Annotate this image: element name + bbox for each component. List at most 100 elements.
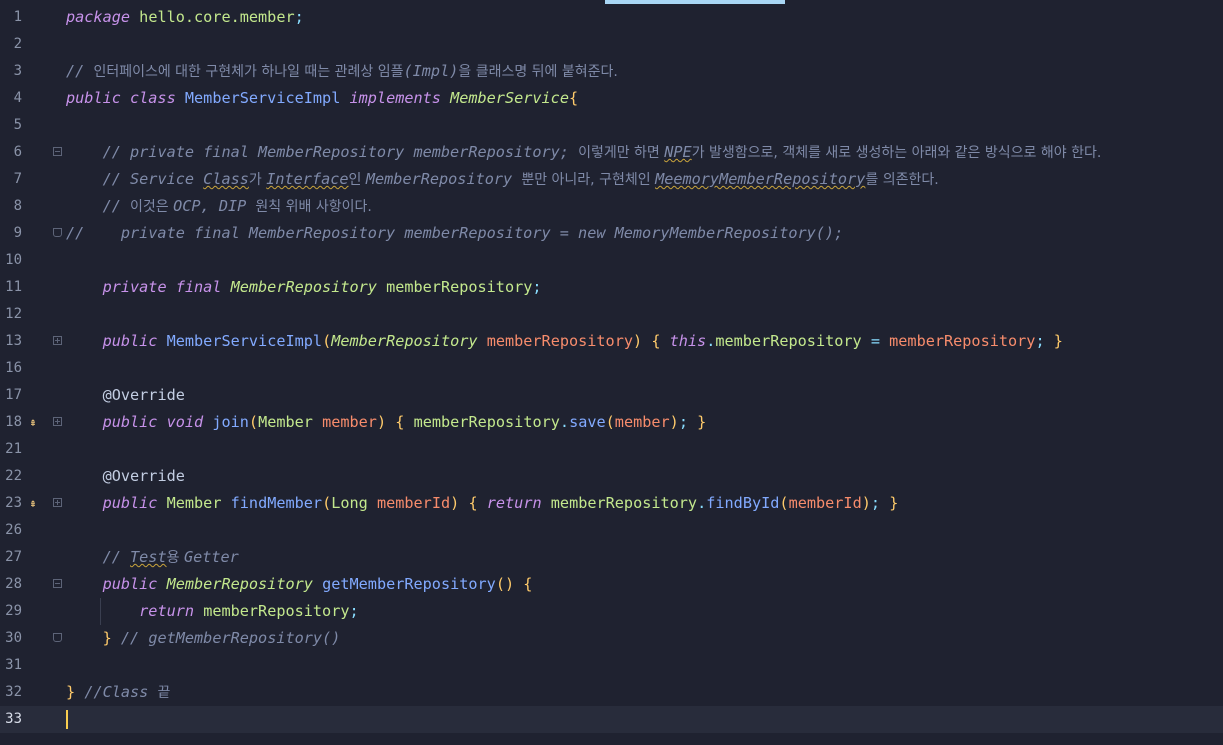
code-line[interactable]: 11 private final MemberRepository member…	[0, 274, 1223, 301]
code-line[interactable]: 29 return memberRepository;	[0, 598, 1223, 625]
code-line[interactable]: 22 @Override	[0, 463, 1223, 490]
code-line[interactable]: 26	[0, 517, 1223, 544]
code-line[interactable]: 33	[0, 706, 1223, 733]
code-token: return	[139, 602, 195, 620]
code-text[interactable]: public MemberServiceImpl(MemberRepositor…	[66, 328, 1063, 355]
code-token: Member	[258, 413, 313, 431]
line-number: 7	[13, 171, 22, 187]
line-number: 16	[5, 360, 22, 376]
code-text[interactable]: } //Class 끝	[66, 679, 170, 707]
fold-toggle-icon[interactable]	[53, 498, 62, 507]
code-line[interactable]: 3 // 인터페이스에 대한 구현체가 하나일 때는 관례상 임플(Impl)을 …	[0, 58, 1223, 85]
code-line[interactable]: 5	[0, 112, 1223, 139]
code-token: }	[66, 683, 76, 701]
code-text[interactable]: private final MemberRepository memberRep…	[66, 274, 542, 301]
code-token: 가	[248, 172, 267, 188]
code-token: }	[1053, 332, 1063, 350]
indent-guide	[100, 598, 101, 625]
code-token: public	[102, 494, 158, 512]
code-line[interactable]: 21	[0, 436, 1223, 463]
text-caret	[66, 710, 68, 729]
fold-toggle-icon[interactable]	[53, 336, 62, 345]
code-token: public	[102, 575, 158, 593]
code-text[interactable]: // Service Class가 Interface인 MemberRepos…	[66, 166, 939, 194]
code-text[interactable]: package hello.core.member;	[66, 4, 304, 31]
line-number: 3	[13, 63, 22, 79]
line-number: 18	[5, 414, 22, 430]
code-line[interactable]: 17 @Override	[0, 382, 1223, 409]
code-token: ;	[349, 602, 359, 620]
line-number: 22	[5, 468, 22, 484]
code-text[interactable]: // 이것은 OCP, DIP 원칙 위배 사항이다.	[66, 193, 372, 221]
code-token: 용	[166, 550, 184, 566]
code-line[interactable]: 9 // private final MemberRepository membe…	[0, 220, 1223, 247]
code-line[interactable]: 6 // private final MemberRepository memb…	[0, 139, 1223, 166]
code-text[interactable]: public class MemberServiceImpl implement…	[66, 85, 578, 112]
code-text[interactable]: @Override	[66, 382, 185, 409]
code-line[interactable]: 23 ⇞ public Member findMember(Long member…	[0, 490, 1223, 517]
line-number: 5	[13, 117, 22, 133]
line-number: 2	[13, 36, 22, 52]
code-line[interactable]: 30 } // getMemberRepository()	[0, 625, 1223, 652]
code-line[interactable]: 27 // Test용 Getter	[0, 544, 1223, 571]
code-line[interactable]: 32} //Class 끝	[0, 679, 1223, 706]
code-text[interactable]: // private final MemberRepository member…	[66, 220, 843, 247]
code-line[interactable]: 4 public class MemberServiceImpl implemen…	[0, 85, 1223, 112]
code-text[interactable]: public void join(Member member) { member…	[66, 409, 707, 436]
code-text[interactable]: public Member findMember(Long memberId) …	[66, 490, 899, 517]
code-line[interactable]: 13 public MemberServiceImpl(MemberReposi…	[0, 328, 1223, 355]
fold-toggle-icon[interactable]	[53, 228, 62, 237]
code-token: member	[614, 413, 670, 431]
code-token: findById	[706, 494, 780, 512]
code-token: memberRepository	[486, 332, 633, 350]
code-text[interactable]: public MemberRepository getMemberReposit…	[66, 571, 533, 598]
line-number: 30	[5, 630, 22, 646]
code-text[interactable]: return memberRepository;	[66, 598, 359, 625]
code-text[interactable]: // Test용 Getter	[66, 544, 239, 572]
code-token: OCP, DIP	[173, 197, 256, 215]
code-line[interactable]: 28 public MemberRepository getMemberRepo…	[0, 571, 1223, 598]
code-line[interactable]: 18 ⇞ public void join(Member member) { me…	[0, 409, 1223, 436]
code-line[interactable]: 12	[0, 301, 1223, 328]
fold-toggle-icon[interactable]	[53, 147, 62, 156]
code-line[interactable]: 7 // Service Class가 Interface인 MemberRep…	[0, 166, 1223, 193]
fold-toggle-icon[interactable]	[53, 633, 62, 642]
code-line[interactable]: 8 // 이것은 OCP, DIP 원칙 위배 사항이다.	[0, 193, 1223, 220]
impl-marker-icon[interactable]: ⇞	[26, 409, 40, 436]
code-text[interactable]: // 인터페이스에 대한 구현체가 하나일 때는 관례상 임플(Impl)을 클…	[66, 58, 618, 86]
impl-marker-icon[interactable]: ⇞	[26, 490, 40, 517]
fold-toggle-icon[interactable]	[53, 417, 62, 426]
code-token: 원칙 위배 사항이다.	[255, 199, 372, 215]
code-line[interactable]: 2	[0, 31, 1223, 58]
code-text[interactable]: } // getMemberRepository()	[66, 625, 341, 652]
code-text[interactable]: // private final MemberRepository member…	[66, 139, 1102, 167]
line-number: 10	[5, 252, 22, 268]
code-editor[interactable]: 1 package hello.core.member; 2 3 // 인터페이스에 대…	[0, 4, 1223, 733]
code-token: NPE	[664, 143, 692, 161]
code-line[interactable]: 31	[0, 652, 1223, 679]
code-token: findMember	[230, 494, 323, 512]
fold-toggle-icon[interactable]	[53, 579, 62, 588]
code-line[interactable]: 1 package hello.core.member;	[0, 4, 1223, 31]
line-number: 11	[5, 279, 22, 295]
code-token: memberRepository	[550, 494, 698, 512]
code-token: }	[697, 413, 707, 431]
code-token: (	[605, 413, 615, 431]
code-token: hello.core.member	[139, 8, 295, 26]
code-line[interactable]: 16	[0, 355, 1223, 382]
code-token: }	[889, 494, 899, 512]
code-line[interactable]: 10	[0, 247, 1223, 274]
code-text[interactable]: @Override	[66, 463, 185, 490]
code-token: Long	[331, 494, 368, 512]
code-token: join	[212, 413, 249, 431]
